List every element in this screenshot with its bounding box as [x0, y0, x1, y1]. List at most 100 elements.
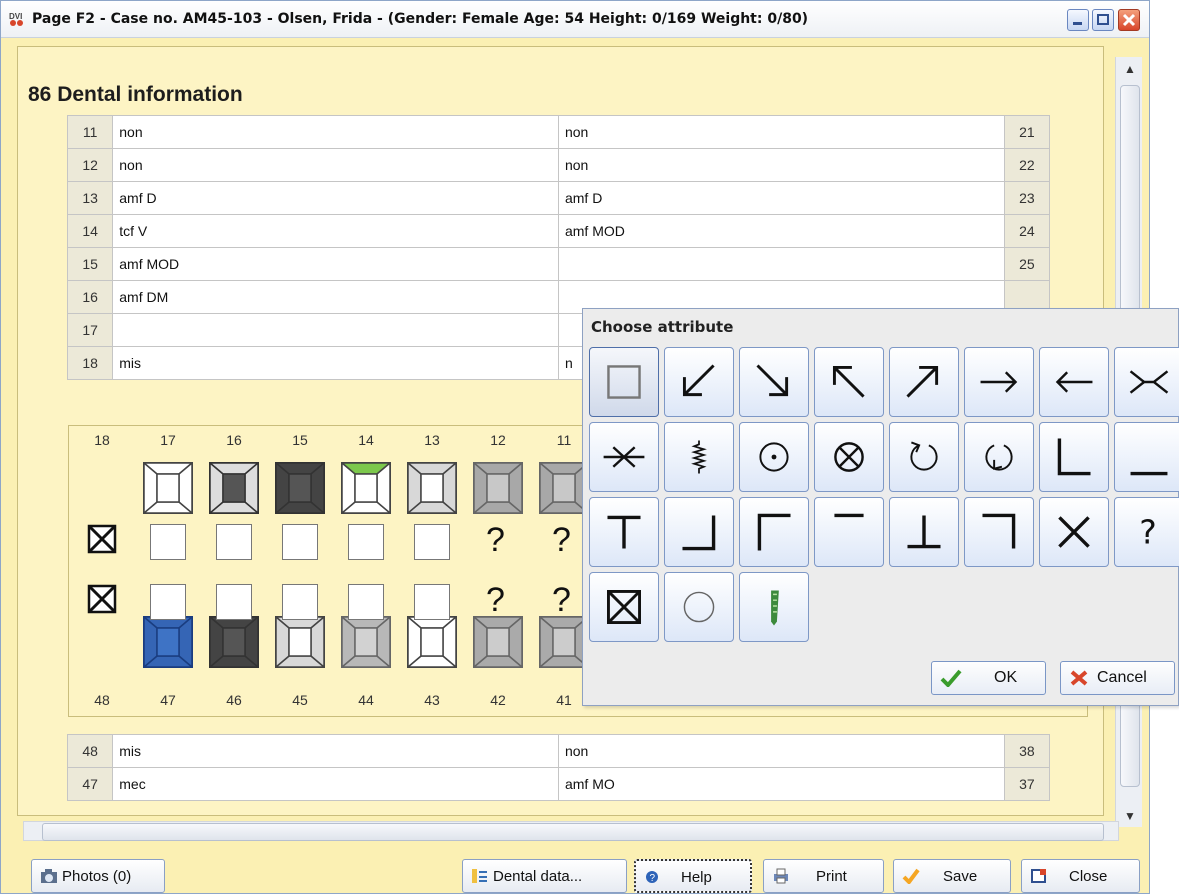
table-row[interactable]: 48 mis non 38: [66, 734, 1051, 768]
tooth-number-cell: 21: [1003, 115, 1051, 149]
dental-data-button[interactable]: Dental data...: [462, 859, 627, 893]
tooth-attribute-box[interactable]: [414, 584, 450, 620]
attribute-button-corner-top-left[interactable]: [739, 497, 809, 567]
table-row[interactable]: 14 tcf Vamf MOD 24: [66, 214, 1051, 248]
attribute-button-arrow-up-left[interactable]: [814, 347, 884, 417]
unknown-status-marker[interactable]: ?: [552, 522, 571, 558]
tooth-diagram[interactable]: [341, 616, 391, 668]
tooth-status-cell[interactable]: amf DM: [112, 280, 559, 314]
attribute-button-implant[interactable]: [739, 572, 809, 642]
tooth-attribute-box[interactable]: [216, 524, 252, 560]
table-row[interactable]: 47 mec amf MO 37: [66, 767, 1051, 801]
attribute-button-corner-l[interactable]: [1039, 422, 1109, 492]
tooth-status-cell[interactable]: non: [557, 148, 1005, 182]
tooth-status-cell[interactable]: mec: [112, 767, 559, 801]
attribute-button-dot-circle[interactable]: [739, 422, 809, 492]
tooth-attribute-box[interactable]: [414, 524, 450, 560]
tooth-status-cell[interactable]: amf MO: [557, 767, 1005, 801]
tooth-status-cell[interactable]: non: [557, 115, 1005, 149]
missing-tooth-icon[interactable]: [87, 524, 117, 554]
attribute-button-cross[interactable]: [1039, 497, 1109, 567]
attribute-button-arrow-up-right[interactable]: [889, 347, 959, 417]
ok-button[interactable]: OK: [931, 661, 1046, 695]
tooth-status-cell[interactable]: mis: [112, 734, 559, 768]
attribute-button-arrow-down-right[interactable]: [739, 347, 809, 417]
tooth-attribute-box[interactable]: [282, 584, 318, 620]
tooth-status-cell[interactable]: tcf V: [112, 214, 559, 248]
tooth-status-cell[interactable]: mis: [112, 346, 559, 380]
attribute-button-cross-circle[interactable]: [814, 422, 884, 492]
tooth-status-cell[interactable]: [557, 247, 1005, 281]
horizontal-scroll-thumb[interactable]: [42, 823, 1104, 841]
attribute-button-inverted-t[interactable]: [889, 497, 959, 567]
tooth-diagram[interactable]: [341, 462, 391, 514]
tooth-attribute-box[interactable]: [348, 524, 384, 560]
tooth-diagram[interactable]: [143, 462, 193, 514]
attribute-button-underscore[interactable]: [1114, 422, 1179, 492]
scroll-up-icon[interactable]: ▲: [1124, 62, 1136, 76]
attribute-button-asterisk-line[interactable]: [589, 422, 659, 492]
close-label: Close: [1069, 868, 1108, 885]
tooth-status-cell[interactable]: amf MOD: [557, 214, 1005, 248]
horizontal-scrollbar[interactable]: [23, 821, 1119, 841]
tooth-diagram[interactable]: [209, 616, 259, 668]
cancel-button[interactable]: Cancel: [1060, 661, 1175, 695]
tooth-attribute-box[interactable]: [348, 584, 384, 620]
table-row[interactable]: 12 non non 22: [66, 148, 1051, 182]
tooth-diagram[interactable]: [275, 616, 325, 668]
tooth-diagram[interactable]: [143, 616, 193, 668]
tooth-status-cell[interactable]: amf MOD: [112, 247, 559, 281]
tooth-status-cell[interactable]: non: [112, 148, 559, 182]
tooth-diagram[interactable]: [473, 616, 523, 668]
attribute-button-arrow-right[interactable]: [964, 347, 1034, 417]
attribute-button-corner-bottom-right[interactable]: [664, 497, 734, 567]
unknown-status-marker[interactable]: ?: [486, 582, 505, 618]
unknown-status-marker[interactable]: ?: [552, 582, 571, 618]
table-row[interactable]: 15 amf MOD 25: [66, 247, 1051, 281]
attribute-button-corner-top-right[interactable]: [964, 497, 1034, 567]
save-button[interactable]: Save: [893, 859, 1011, 893]
photos-button[interactable]: Photos (0): [31, 859, 165, 893]
attribute-button-arrow-down-left[interactable]: [664, 347, 734, 417]
tooth-attribute-box[interactable]: [282, 524, 318, 560]
unknown-status-marker[interactable]: ?: [486, 522, 505, 558]
tooth-number-cell: 38: [1003, 734, 1051, 768]
attribute-button-empty-square[interactable]: [589, 347, 659, 417]
tooth-diagram[interactable]: [209, 462, 259, 514]
tooth-status-cell[interactable]: amf D: [557, 181, 1005, 215]
close-window-button[interactable]: [1118, 9, 1140, 31]
rotate-clockwise-icon: [910, 441, 938, 471]
maximize-button[interactable]: [1092, 9, 1114, 31]
tooth-attribute-box[interactable]: [216, 584, 252, 620]
minimize-button[interactable]: [1067, 9, 1089, 31]
tooth-diagram[interactable]: [407, 462, 457, 514]
tooth-status-cell[interactable]: non: [557, 734, 1005, 768]
attribute-button-rotate-clockwise[interactable]: [889, 422, 959, 492]
table-row[interactable]: 11 non non 21: [66, 115, 1051, 149]
tooth-attribute-box[interactable]: [150, 524, 186, 560]
tooth-diagram[interactable]: [407, 616, 457, 668]
table-row[interactable]: 13 amf Damf D 23: [66, 181, 1051, 215]
attribute-button-rotate-counterclockwise[interactable]: [964, 422, 1034, 492]
attribute-button-bow-tie[interactable]: [1114, 347, 1179, 417]
lower-teeth-table: 48 mis non 38 47 mec amf MO 37: [66, 734, 1051, 801]
attribute-button-overline[interactable]: [814, 497, 884, 567]
tooth-status-cell[interactable]: non: [112, 115, 559, 149]
help-button[interactable]: ? Help: [634, 859, 752, 893]
tooth-status-cell[interactable]: [112, 313, 559, 347]
tooth-diagram[interactable]: [473, 462, 523, 514]
arrow-left-icon: [1055, 371, 1093, 393]
attribute-button-spring[interactable]: [664, 422, 734, 492]
attribute-button-question-mark[interactable]: ?: [1114, 497, 1179, 567]
attribute-button-t-shape[interactable]: [589, 497, 659, 567]
close-button[interactable]: Close: [1021, 859, 1140, 893]
attribute-button-circle[interactable]: [664, 572, 734, 642]
tooth-status-cell[interactable]: amf D: [112, 181, 559, 215]
tooth-attribute-box[interactable]: [150, 584, 186, 620]
scroll-down-icon[interactable]: ▼: [1124, 809, 1136, 823]
attribute-button-arrow-left[interactable]: [1039, 347, 1109, 417]
attribute-button-x-box[interactable]: [589, 572, 659, 642]
tooth-diagram[interactable]: [275, 462, 325, 514]
print-button[interactable]: Print: [763, 859, 884, 893]
missing-tooth-icon[interactable]: [87, 584, 117, 614]
